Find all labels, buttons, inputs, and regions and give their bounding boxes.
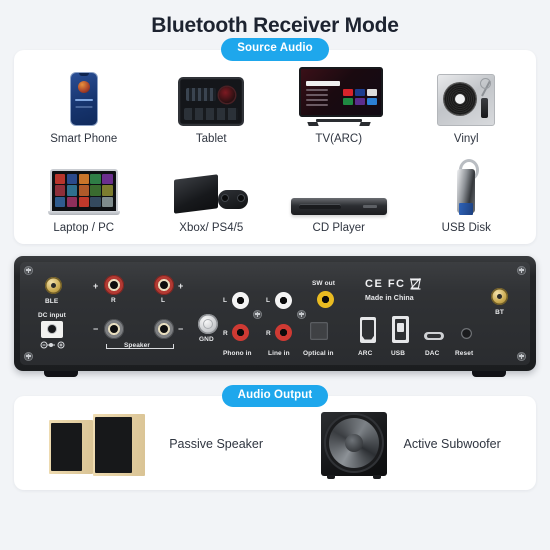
television-icon <box>298 66 383 126</box>
output-row: Passive Speaker Active Subwoofer <box>20 412 530 479</box>
speaker-r-label: R <box>111 296 116 304</box>
line-l-label: L <box>266 296 271 304</box>
source-row-1: Smart Phone Tablet TV(ARC) Vinyl <box>20 66 531 145</box>
subwoofer-icon <box>321 412 388 479</box>
source-item-label: Laptop / PC <box>53 221 115 234</box>
output-item-label: Active Subwoofer <box>403 437 501 451</box>
source-audio-card: Smart Phone Tablet TV(ARC) Vinyl Laptop … <box>14 49 536 244</box>
bt-label: BT <box>495 308 504 316</box>
source-item-smart-phone[interactable]: Smart Phone <box>20 68 148 145</box>
bookshelf-speakers-icon <box>49 412 153 476</box>
ground-terminal[interactable] <box>198 313 218 334</box>
amplifier-faceplate: BLE DC input + R + L − − Speaker GND L R… <box>20 261 530 365</box>
source-item-usb-disk[interactable]: USB Disk <box>403 157 531 234</box>
screw-icon <box>253 309 262 319</box>
line-r-label: R <box>266 329 271 337</box>
source-item-label: USB Disk <box>441 221 491 234</box>
usb-label: USB <box>391 349 406 357</box>
phono-r-label: R <box>223 329 228 337</box>
optical-in-port[interactable] <box>310 321 328 340</box>
gnd-label: GND <box>199 335 214 343</box>
output-item-active-subwoofer[interactable]: Active Subwoofer <box>321 412 501 479</box>
speaker-r-minus-symbol: − <box>93 323 99 334</box>
screw-icon <box>517 265 526 275</box>
phono-in-label: Phono in <box>223 349 252 357</box>
phono-in-right-jack[interactable] <box>232 323 249 341</box>
source-audio-badge: Source Audio <box>221 38 329 61</box>
certification-marks: CE FC <box>365 277 406 290</box>
usb-flash-drive-icon <box>451 157 481 215</box>
dc-input-jack[interactable] <box>41 320 63 338</box>
output-item-passive-speaker[interactable]: Passive Speaker <box>49 412 263 476</box>
audio-output-badge-wrap: Audio Output <box>0 384 550 407</box>
usb-port[interactable] <box>392 315 409 343</box>
source-item-label: Tablet <box>195 132 227 145</box>
screw-icon <box>24 351 33 361</box>
source-item-label: Smart Phone <box>50 132 118 145</box>
chassis-feet <box>14 369 536 377</box>
turntable-icon <box>437 68 496 126</box>
screw-icon <box>517 351 526 361</box>
ble-antenna-connector[interactable] <box>45 276 62 294</box>
source-item-game-console[interactable]: Xbox/ PS4/5 <box>148 157 276 234</box>
phono-l-label: L <box>223 296 228 304</box>
source-item-label: CD Player <box>312 221 365 234</box>
weee-bin-icon <box>410 277 421 290</box>
speaker-r-negative-post[interactable] <box>104 318 124 339</box>
line-in-label: Line in <box>268 349 290 357</box>
arc-label: ARC <box>358 349 373 357</box>
page-title: Bluetooth Receiver Mode <box>151 14 399 37</box>
speaker-l-plus-symbol: + <box>178 280 184 291</box>
audio-output-card: Passive Speaker Active Subwoofer <box>14 396 536 490</box>
speaker-l-negative-post[interactable] <box>154 318 174 339</box>
source-row-2: Laptop / PC Xbox/ PS4/5 CD Player USB Di… <box>20 157 530 234</box>
output-item-label: Passive Speaker <box>169 437 264 451</box>
cd-player-icon <box>290 157 387 215</box>
bt-antenna-connector[interactable] <box>491 287 508 305</box>
laptop-icon <box>47 157 120 215</box>
speaker-l-label: L <box>161 296 166 304</box>
speaker-group-label: Speaker <box>124 341 150 349</box>
source-item-tv-arc[interactable]: TV(ARC) <box>275 66 403 145</box>
speaker-l-minus-symbol: − <box>178 323 184 334</box>
sw-out-label: SW out <box>312 279 335 287</box>
optical-in-label: Optical in <box>303 349 334 357</box>
dc-input-label: DC input <box>38 311 66 319</box>
amplifier-rear-panel: BLE DC input + R + L − − Speaker GND L R… <box>14 255 536 377</box>
line-in-right-jack[interactable] <box>275 323 292 341</box>
tablet-icon <box>178 68 245 126</box>
phono-in-left-jack[interactable] <box>232 291 249 309</box>
arc-hdmi-port[interactable] <box>360 316 376 343</box>
reset-label: Reset <box>455 349 474 357</box>
source-item-vinyl[interactable]: Vinyl <box>403 68 531 145</box>
ble-label: BLE <box>45 297 59 305</box>
screw-icon <box>24 265 33 275</box>
source-item-label: Vinyl <box>453 132 479 145</box>
smartphone-icon <box>69 68 98 126</box>
bluetooth-receiver-mode-diagram: Bluetooth Receiver Mode Source Audio Sma… <box>0 0 550 550</box>
line-in-left-jack[interactable] <box>275 291 292 309</box>
source-item-cd-player[interactable]: CD Player <box>275 157 403 234</box>
source-audio-badge-wrap: Source Audio <box>0 38 550 61</box>
screw-icon <box>297 309 306 319</box>
reset-button[interactable] <box>461 327 472 339</box>
speaker-r-plus-symbol: + <box>93 280 99 291</box>
speaker-l-positive-post[interactable] <box>154 274 174 295</box>
source-item-tablet[interactable]: Tablet <box>148 68 276 145</box>
dc-polarity-icon <box>40 341 65 348</box>
speaker-r-positive-post[interactable] <box>104 274 124 295</box>
source-item-label: Xbox/ PS4/5 <box>179 221 244 234</box>
source-item-label: TV(ARC) <box>315 132 363 145</box>
sw-out-jack[interactable] <box>317 290 334 308</box>
source-item-laptop-pc[interactable]: Laptop / PC <box>20 157 148 234</box>
dac-label: DAC <box>425 349 440 357</box>
game-console-icon <box>174 157 249 215</box>
dac-usb-c-port[interactable] <box>424 331 444 340</box>
amplifier-chassis: BLE DC input + R + L − − Speaker GND L R… <box>14 255 536 371</box>
audio-output-badge: Audio Output <box>221 384 329 407</box>
origin-label: Made in China <box>365 294 414 302</box>
